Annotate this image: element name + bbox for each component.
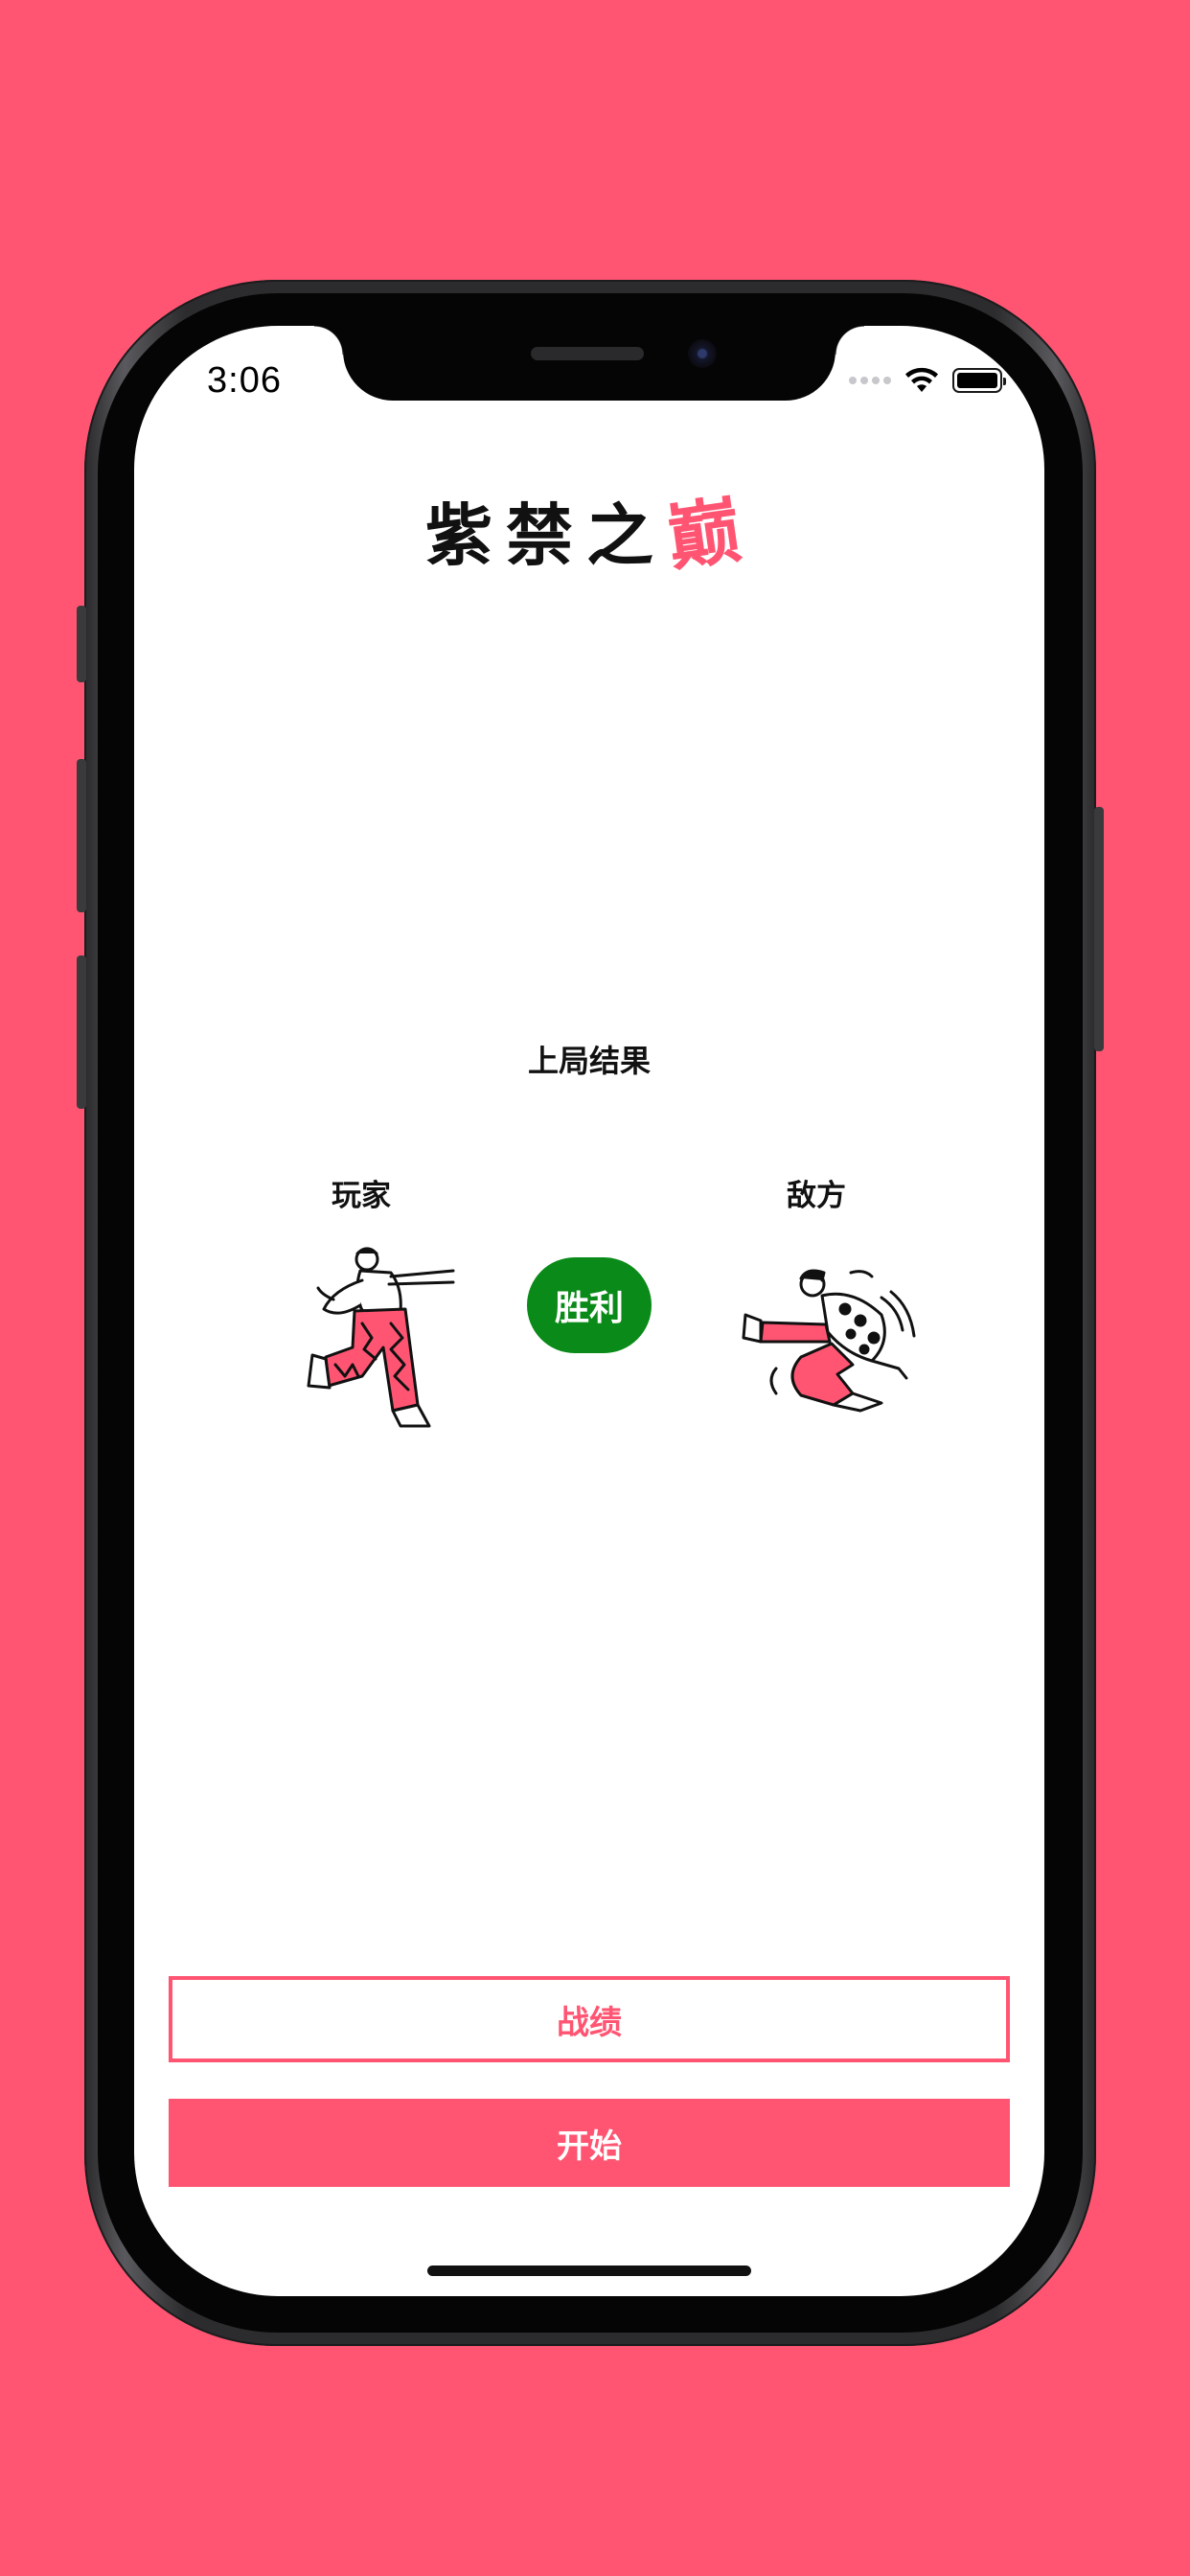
silent-switch	[77, 606, 86, 682]
device-notch	[314, 326, 864, 401]
app-title-accent: 巅	[662, 485, 760, 582]
volume-up-button	[77, 759, 86, 912]
app-title: 紫禁之巅	[134, 474, 1044, 582]
home-indicator[interactable]	[427, 2266, 751, 2276]
power-button	[1094, 807, 1104, 1051]
status-time: 3:06	[207, 360, 282, 401]
wifi-icon	[905, 367, 938, 392]
enemy-label: 敌方	[787, 1179, 846, 1213]
battery-icon	[952, 368, 1006, 393]
earpiece-speaker	[531, 347, 644, 360]
app-screen: 3:06 紫禁之巅 上局结果 玩家 敌方 胜利 战绩 开始	[134, 326, 1044, 2296]
last-result-heading: 上局结果	[527, 1043, 651, 1079]
player-illustration	[307, 1247, 455, 1428]
start-button[interactable]: 开始	[169, 2099, 1010, 2187]
enemy-illustration	[742, 1269, 916, 1413]
record-button[interactable]: 战绩	[169, 1976, 1010, 2062]
app-title-main: 紫禁之	[425, 496, 667, 575]
status-indicators	[849, 364, 1006, 397]
cellular-signal-icon	[849, 377, 891, 384]
outcome-badge: 胜利	[527, 1257, 652, 1353]
front-camera-icon	[688, 339, 717, 368]
volume-down-button	[77, 955, 86, 1109]
player-label: 玩家	[332, 1179, 391, 1213]
